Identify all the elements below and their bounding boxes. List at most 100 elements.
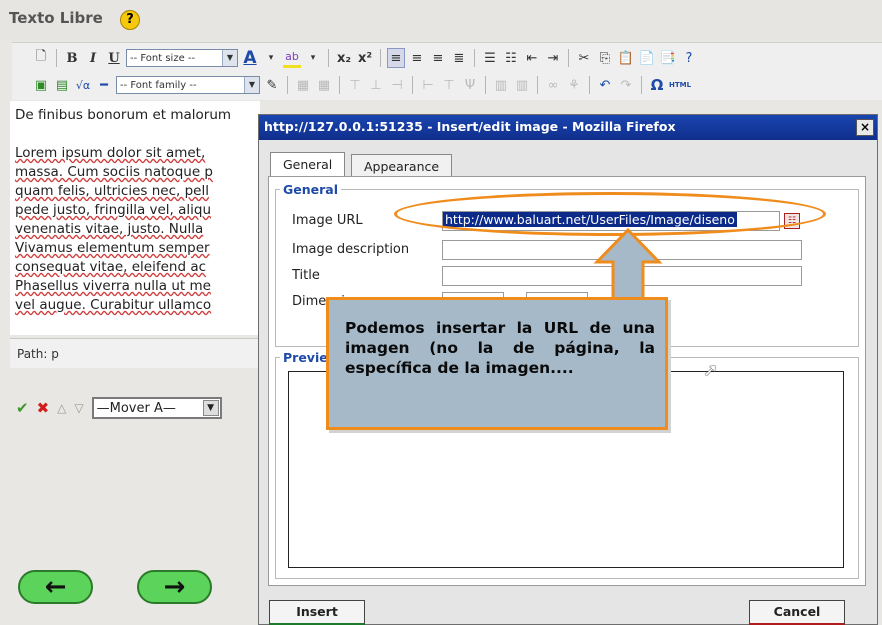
toolbar-separator (412, 76, 413, 94)
toolbar-separator (568, 49, 569, 67)
toolbar-separator (485, 76, 486, 94)
align-justify-icon[interactable]: ≣ (450, 48, 468, 68)
cut-icon[interactable]: ✂ (575, 48, 593, 68)
delete-icon[interactable]: ✖ (37, 399, 50, 417)
align-left-icon[interactable]: ≡ (387, 48, 405, 68)
toolbar-separator (380, 49, 381, 67)
next-button[interactable]: → (137, 570, 212, 604)
item-controls: ✔ ✖ △ ▽ —Mover A— ▼ (16, 397, 222, 419)
toolbar-separator (474, 49, 475, 67)
link-icon[interactable]: ∞ (544, 75, 562, 95)
chevron-down-icon[interactable]: ▾ (262, 48, 280, 68)
new-document-icon[interactable]: 🗋 (32, 48, 50, 68)
chevron-down-icon: ▼ (222, 50, 237, 66)
table-row-icon[interactable]: ▦ (294, 75, 312, 95)
accept-icon[interactable]: ✔ (16, 399, 29, 417)
image-url-label: Image URL (292, 213, 363, 228)
title-label: Title (292, 268, 320, 283)
toolbar-separator (537, 76, 538, 94)
path-bar: Path: p (10, 338, 260, 368)
toolbar-separator (339, 76, 340, 94)
annotation-callout: Podemos insertar la URL de una imagen (n… (326, 297, 668, 430)
align-right-icon[interactable]: ≡ (429, 48, 447, 68)
dialog-title: http://127.0.0.1:51235 - Insert/edit ima… (259, 115, 877, 140)
horizontal-rule-icon[interactable]: ━ (95, 75, 113, 95)
editor-line: Vivamus elementum semper (15, 240, 210, 256)
close-icon[interactable]: × (856, 119, 874, 136)
editor-line: Phasellus viverra nulla ut me (15, 278, 211, 294)
media-icon[interactable]: ▤ (53, 75, 71, 95)
redo-icon[interactable]: ↷ (617, 75, 635, 95)
mover-select-value: —Mover A— (96, 400, 176, 416)
toolbar-separator (589, 76, 590, 94)
chevron-down-icon[interactable]: ▾ (304, 48, 322, 68)
toolbar-separator (328, 49, 329, 67)
toolbar-separator (56, 49, 57, 67)
font-family-select[interactable]: -- Font family -- ▼ (116, 76, 260, 94)
image-icon[interactable]: ▣ (32, 75, 50, 95)
merge-cells-icon[interactable]: ▥ (513, 75, 531, 95)
toolbar-separator (641, 76, 642, 94)
insert-button[interactable]: Insert (269, 600, 365, 625)
underline-button[interactable]: U (105, 48, 123, 68)
editor-paragraph: Lorem ipsum dolor sit amet, massa. Cum s… (15, 144, 255, 315)
editor-line: pede justo, fringilla vel, aliqu (15, 202, 212, 218)
indent-icon[interactable]: ⇥ (544, 48, 562, 68)
editor-line: quam felis, ultricies nec, pell (15, 183, 209, 199)
editor-line: vel augue. Curabitur ullamco (15, 297, 212, 313)
copy-icon[interactable]: ⎘ (596, 48, 614, 68)
chevron-down-icon: ▼ (244, 77, 259, 93)
insert-row-before-icon[interactable]: ⊤ (346, 75, 364, 95)
previous-button[interactable]: ← (18, 570, 93, 604)
outdent-icon[interactable]: ⇤ (523, 48, 541, 68)
delete-row-icon[interactable]: ⊣ (388, 75, 406, 95)
editor-toolbar: 🗋 B I U -- Font size -- ▼ A ▾ ab ▾ x₂ x² … (12, 42, 882, 100)
editor-line: massa. Cum sociis natoque p (15, 164, 213, 180)
paste-word-icon[interactable]: 📑 (659, 48, 677, 68)
editor-content[interactable]: De finibus bonorum et malorum Lorem ipsu… (10, 101, 260, 335)
help-icon[interactable]: ? (120, 10, 140, 30)
italic-button[interactable]: I (84, 48, 102, 68)
insert-col-before-icon[interactable]: ⊢ (419, 75, 437, 95)
edit-style-icon[interactable]: ✎ (263, 75, 281, 95)
font-size-select[interactable]: -- Font size -- ▼ (126, 49, 238, 67)
numbered-list-icon[interactable]: ☷ (502, 48, 520, 68)
delete-col-icon[interactable]: Ψ (461, 75, 479, 95)
cancel-button[interactable]: Cancel (749, 600, 845, 625)
bullet-list-icon[interactable]: ☰ (481, 48, 499, 68)
mouse-cursor-icon: ➚ (703, 360, 719, 381)
font-family-label: -- Font family -- (120, 79, 197, 91)
app-title: Texto Libre (9, 9, 103, 27)
align-center-icon[interactable]: ≡ (408, 48, 426, 68)
font-size-label: -- Font size -- (130, 52, 196, 64)
callout-arrow-icon (593, 228, 663, 304)
text-color-button[interactable]: A (241, 48, 259, 68)
insert-row-after-icon[interactable]: ⊥ (367, 75, 385, 95)
tab-appearance[interactable]: Appearance (351, 154, 453, 176)
html-source-button[interactable]: HTML (669, 75, 691, 95)
chevron-down-icon: ▼ (202, 400, 219, 416)
editor-heading: De finibus bonorum et malorum (15, 107, 232, 123)
tab-general[interactable]: General (270, 152, 346, 178)
help-circle-icon[interactable]: ? (680, 48, 698, 68)
special-char-button[interactable]: Ω (648, 75, 666, 95)
subscript-icon[interactable]: x₂ (335, 48, 353, 68)
paste-text-icon[interactable]: 📄 (638, 48, 656, 68)
toolbar-separator (287, 76, 288, 94)
table-cell-icon[interactable]: ▦ (315, 75, 333, 95)
editor-line: venenatis vitae, justo. Nulla (15, 221, 204, 237)
highlight-color-icon[interactable]: ab (283, 48, 301, 68)
split-cells-icon[interactable]: ▥ (492, 75, 510, 95)
bold-button[interactable]: B (63, 48, 81, 68)
paste-icon[interactable]: 📋 (617, 48, 635, 68)
editor-line: Lorem ipsum dolor sit amet, (15, 145, 206, 161)
editor-line: consequat vitae, eleifend ac (15, 259, 207, 275)
insert-col-after-icon[interactable]: ⊤ (440, 75, 458, 95)
mover-select[interactable]: —Mover A— ▼ (91, 397, 222, 419)
move-down-icon[interactable]: ▽ (74, 401, 83, 415)
move-up-icon[interactable]: △ (57, 401, 66, 415)
unlink-icon[interactable]: ⚘ (565, 75, 583, 95)
superscript-icon[interactable]: x² (356, 48, 374, 68)
undo-icon[interactable]: ↶ (596, 75, 614, 95)
math-formula-icon[interactable]: √α (74, 75, 92, 95)
